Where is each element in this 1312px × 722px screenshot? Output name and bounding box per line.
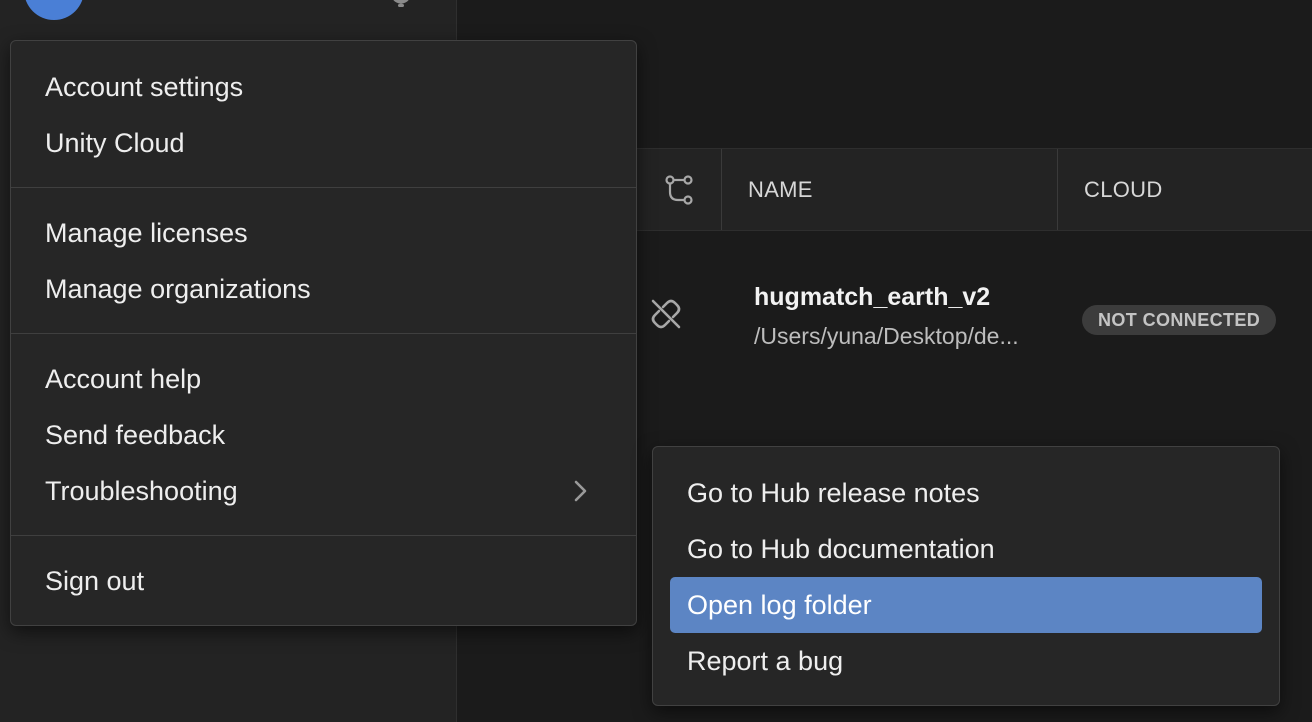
menu-item-release-notes[interactable]: Go to Hub release notes xyxy=(670,465,1262,521)
column-cloud[interactable]: CLOUD xyxy=(1058,149,1312,230)
menu-item-sign-out[interactable]: Sign out xyxy=(11,553,636,609)
table-row[interactable]: hugmatch_earth_v2 /Users/yuna/Desktop/de… xyxy=(636,231,1312,401)
menu-divider xyxy=(11,535,636,536)
unlink-icon xyxy=(651,299,681,329)
account-menu: Account settings Unity Cloud Manage lice… xyxy=(10,40,637,626)
menu-item-open-log-folder[interactable]: Open log folder xyxy=(670,577,1262,633)
version-control-icon xyxy=(664,174,693,205)
column-version-control[interactable] xyxy=(636,149,722,230)
menu-divider xyxy=(11,187,636,188)
project-name[interactable]: hugmatch_earth_v2 xyxy=(754,283,990,312)
menu-item-account-help[interactable]: Account help xyxy=(11,351,636,407)
menu-item-documentation[interactable]: Go to Hub documentation xyxy=(670,521,1262,577)
bell-icon[interactable] xyxy=(386,0,416,8)
menu-item-manage-organizations[interactable]: Manage organizations xyxy=(11,261,636,317)
column-name[interactable]: NAME xyxy=(722,149,1058,230)
projects-table-header: NAME CLOUD xyxy=(636,148,1312,231)
menu-item-account-settings[interactable]: Account settings xyxy=(11,59,636,115)
status-badge: NOT CONNECTED xyxy=(1082,305,1277,335)
menu-item-unity-cloud[interactable]: Unity Cloud xyxy=(11,115,636,171)
menu-item-report-bug[interactable]: Report a bug xyxy=(670,633,1262,689)
menu-item-troubleshooting[interactable]: Troubleshooting xyxy=(11,463,636,519)
chevron-right-icon xyxy=(574,480,587,502)
menu-item-manage-licenses[interactable]: Manage licenses xyxy=(11,205,636,261)
menu-item-label: Troubleshooting xyxy=(45,475,238,506)
menu-divider xyxy=(11,333,636,334)
project-path: /Users/yuna/Desktop/de... xyxy=(754,323,1019,349)
user-avatar[interactable] xyxy=(24,0,84,20)
troubleshooting-submenu: Go to Hub release notes Go to Hub docume… xyxy=(652,446,1280,706)
menu-item-send-feedback[interactable]: Send feedback xyxy=(11,407,636,463)
